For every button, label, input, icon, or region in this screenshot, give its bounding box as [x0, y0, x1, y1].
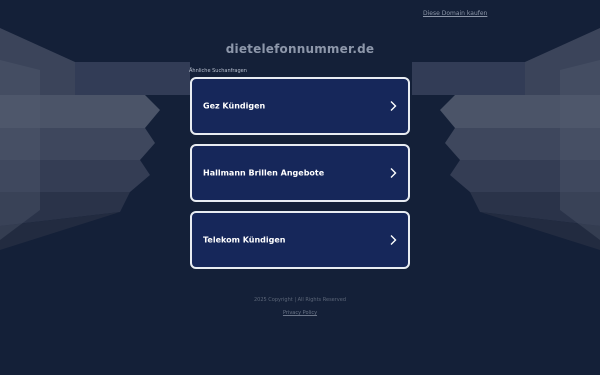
chevron-right-icon — [390, 101, 397, 111]
privacy-policy-link[interactable]: Privacy Policy — [0, 310, 600, 316]
related-search-label: Telekom Kündigen — [203, 235, 286, 245]
buy-domain-link[interactable]: Diese Domain kaufen — [423, 10, 487, 17]
copyright-text: 2025 Copyright | All Rights Reserved — [253, 297, 347, 303]
site-title: dietelefonnummer.de — [225, 42, 375, 56]
related-search-card-3[interactable]: Telekom Kündigen — [190, 211, 410, 269]
related-search-card-1[interactable]: Gez Kündigen — [190, 77, 410, 135]
related-search-label: Hallmann Brillen Angebote — [203, 168, 325, 178]
chevron-right-icon — [390, 235, 397, 245]
related-searches-label: Ähnliche Suchanfragen — [189, 68, 247, 74]
related-search-label: Gez Kündigen — [203, 101, 266, 111]
chevron-right-icon — [390, 168, 397, 178]
related-search-card-2[interactable]: Hallmann Brillen Angebote — [190, 144, 410, 202]
